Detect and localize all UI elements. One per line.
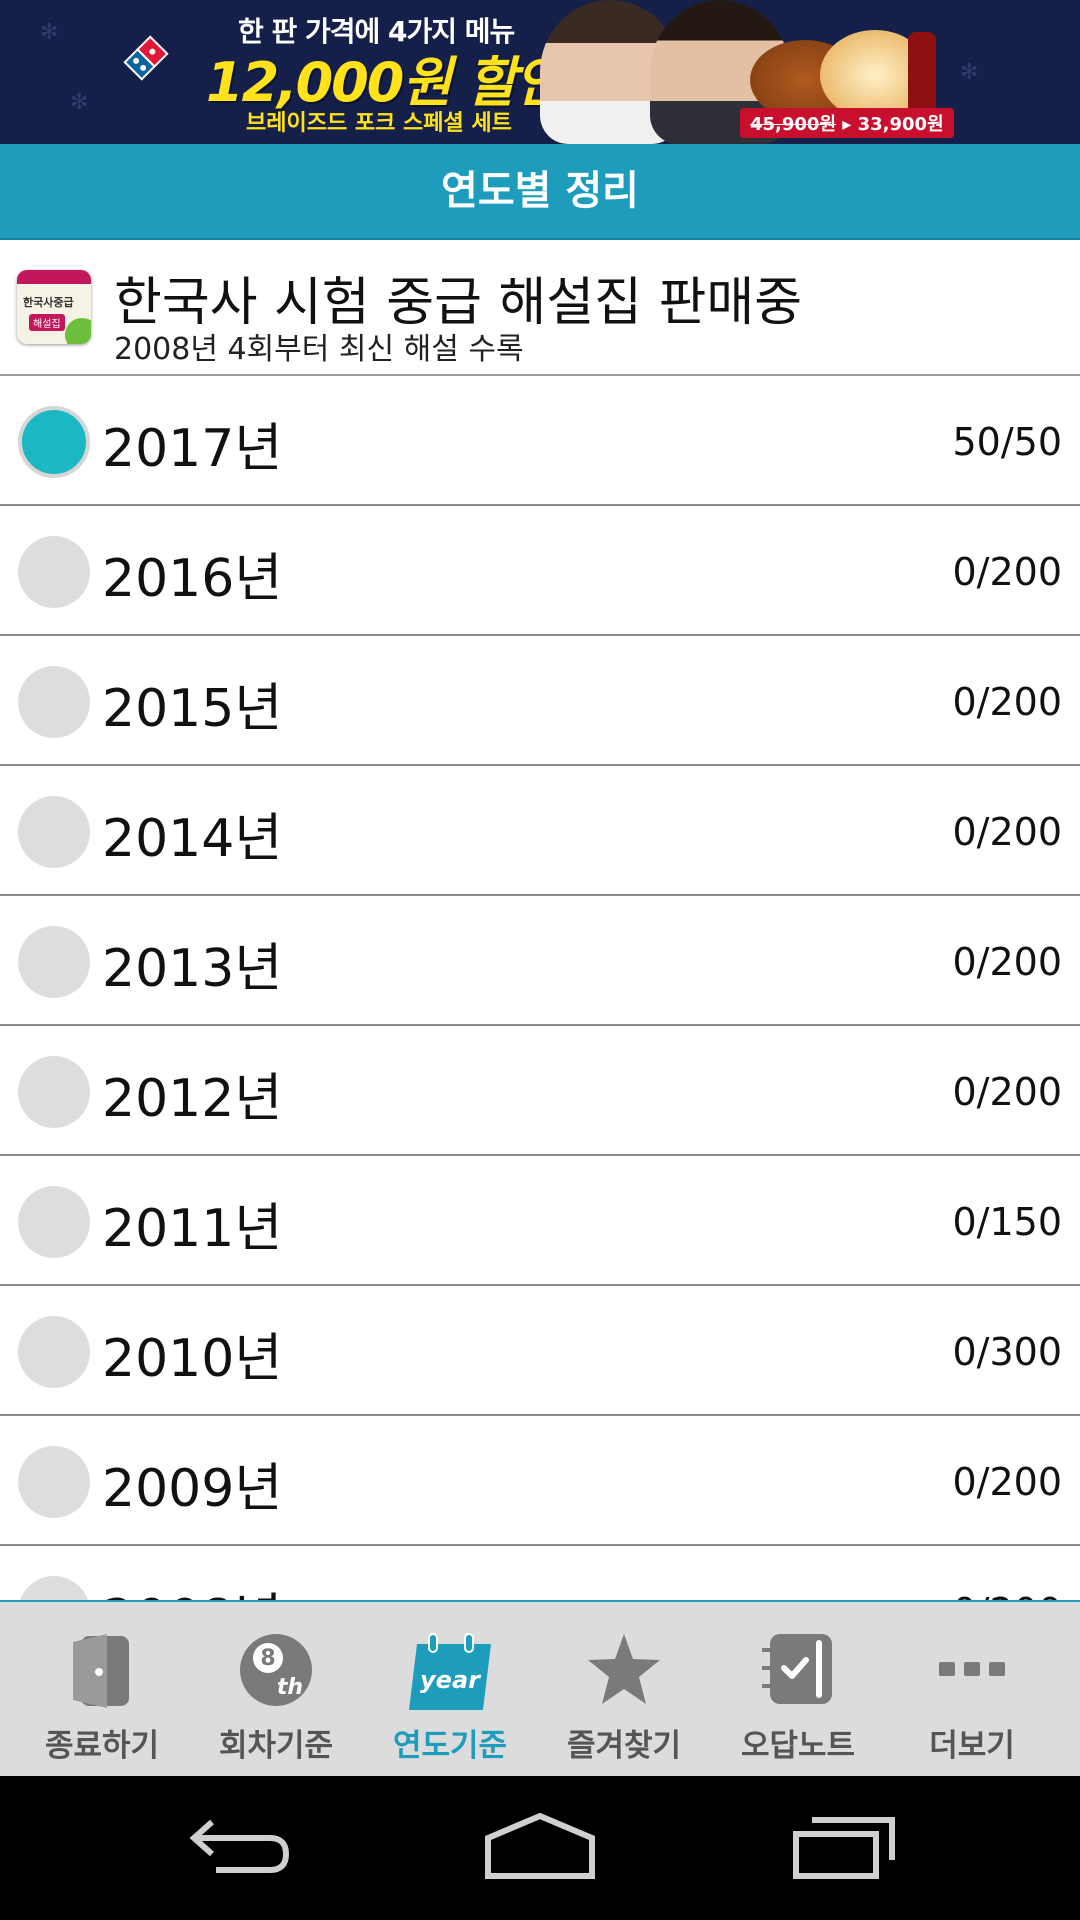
year-row[interactable]: 2017년 50/50 — [0, 376, 1080, 506]
pending-dot-icon — [18, 1446, 90, 1518]
more-dots-icon — [939, 1662, 1005, 1676]
pending-dot-icon — [18, 536, 90, 608]
pending-dot-icon — [18, 1576, 90, 1600]
pending-dot-icon — [18, 796, 90, 868]
page-title: 연도별 정리 — [0, 144, 1080, 240]
system-nav-bar — [0, 1776, 1080, 1920]
pending-dot-icon — [18, 1186, 90, 1258]
back-icon[interactable] — [186, 1812, 290, 1880]
year-progress: 0/300 — [952, 1330, 1062, 1374]
year-label: 2014년 — [102, 809, 283, 869]
snowflake-icon: ✻ — [40, 20, 59, 45]
tab-exit[interactable]: 종료하기 — [15, 1602, 189, 1778]
exit-door-icon — [73, 1634, 129, 1708]
year-row[interactable]: 2014년 0/200 — [0, 766, 1080, 896]
year-row[interactable]: 2012년 0/200 — [0, 1026, 1080, 1156]
year-progress: 0/200 — [952, 550, 1062, 594]
ad-price-new: 33,900원 — [857, 114, 944, 135]
tab-wrong-notes[interactable]: 오답노트 — [711, 1602, 885, 1778]
tab-by-round[interactable]: 8 th 회차기준 — [189, 1602, 363, 1778]
pending-dot-icon — [18, 1056, 90, 1128]
tab-label: 즐겨찾기 — [566, 1728, 682, 1764]
tab-favorites[interactable]: 즐겨찾기 — [537, 1602, 711, 1778]
year-list[interactable]: 2017년 50/50 2016년 0/200 2015년 0/200 2014년 0/200… — [0, 376, 1080, 1600]
tab-by-year[interactable]: year 연도기준 — [363, 1602, 537, 1778]
year-label: 2012년 — [102, 1069, 283, 1129]
home-icon[interactable] — [484, 1812, 596, 1880]
year-row[interactable]: 2011년 0/150 — [0, 1156, 1080, 1286]
year-label: 2010년 — [102, 1329, 283, 1389]
book-cover-tag: 해설집 — [29, 314, 65, 331]
year-row[interactable]: 2010년 0/300 — [0, 1286, 1080, 1416]
promo-banner[interactable]: 한국사중급 해설집 한국사 시험 중급 해설집 판매중 2008년 4회부터 최… — [0, 240, 1080, 376]
year-progress: 0/200 — [952, 940, 1062, 984]
year-progress: 0/200 — [952, 1070, 1062, 1114]
year-progress: 0/150 — [952, 1200, 1062, 1244]
year-label: 2017년 — [102, 419, 283, 479]
year-row[interactable]: 2015년 0/200 — [0, 636, 1080, 766]
snowflake-icon: ✻ — [960, 60, 979, 85]
ad-price: 45,900원 ▸ 33,900원 — [740, 108, 954, 138]
pending-dot-icon — [18, 926, 90, 998]
tab-label: 연도기준 — [392, 1728, 508, 1764]
year-progress: 0/200 — [952, 1460, 1062, 1504]
year-label: 2011년 — [102, 1199, 283, 1259]
eight-ball-icon: 8 th — [240, 1634, 312, 1706]
year-progress: 0/200 — [952, 1590, 1062, 1600]
year-row[interactable]: 2009년 0/200 — [0, 1416, 1080, 1546]
ad-price-old: 45,900원 — [750, 114, 837, 135]
year-label: 2016년 — [102, 549, 283, 609]
book-cover-icon: 한국사중급 해설집 — [17, 270, 91, 344]
year-progress: 0/200 — [952, 680, 1062, 724]
year-row[interactable]: 2008년 0/200 — [0, 1546, 1080, 1600]
tab-label: 회차기준 — [218, 1728, 334, 1764]
bottom-tab-bar: 종료하기 8 th 회차기준 year 연도기준 즐겨찾기 오답노트 더보기 — [0, 1600, 1080, 1776]
snowflake-icon: ✻ — [70, 90, 89, 115]
svg-text:8: 8 — [260, 1646, 275, 1671]
tab-label: 더보기 — [929, 1728, 1015, 1764]
completed-dot-icon — [18, 406, 90, 478]
promo-subtitle: 2008년 4회부터 최신 해설 수록 — [114, 332, 524, 367]
ad-product: 브레이즈드 포크 스페셜 세트 — [246, 111, 512, 136]
tab-label: 오답노트 — [740, 1728, 856, 1764]
year-calendar-icon: year — [409, 1633, 491, 1710]
notebook-check-icon — [762, 1634, 832, 1704]
tab-more[interactable]: 더보기 — [885, 1602, 1059, 1778]
pending-dot-icon — [18, 1316, 90, 1388]
recent-apps-icon[interactable] — [790, 1812, 898, 1880]
year-progress: 0/200 — [952, 810, 1062, 854]
ad-banner[interactable]: ✻ ✻ ✻ 한 판 가격에 4가지 메뉴 12,000원 할인! 브레이즈드 포… — [0, 0, 1080, 144]
domino-logo-icon — [123, 35, 169, 81]
pending-dot-icon — [18, 666, 90, 738]
year-label: 2015년 — [102, 679, 283, 739]
tab-label: 종료하기 — [44, 1728, 160, 1764]
year-progress: 50/50 — [952, 420, 1062, 464]
year-label: 2013년 — [102, 939, 283, 999]
year-row[interactable]: 2016년 0/200 — [0, 506, 1080, 636]
year-label: 2008년 — [102, 1576, 282, 1600]
book-cover-label: 한국사중급 — [23, 296, 74, 309]
star-icon — [588, 1634, 660, 1704]
svg-text:year: year — [420, 1666, 482, 1694]
svg-text:th: th — [277, 1675, 303, 1700]
year-label: 2009년 — [102, 1459, 283, 1519]
year-row[interactable]: 2013년 0/200 — [0, 896, 1080, 1026]
